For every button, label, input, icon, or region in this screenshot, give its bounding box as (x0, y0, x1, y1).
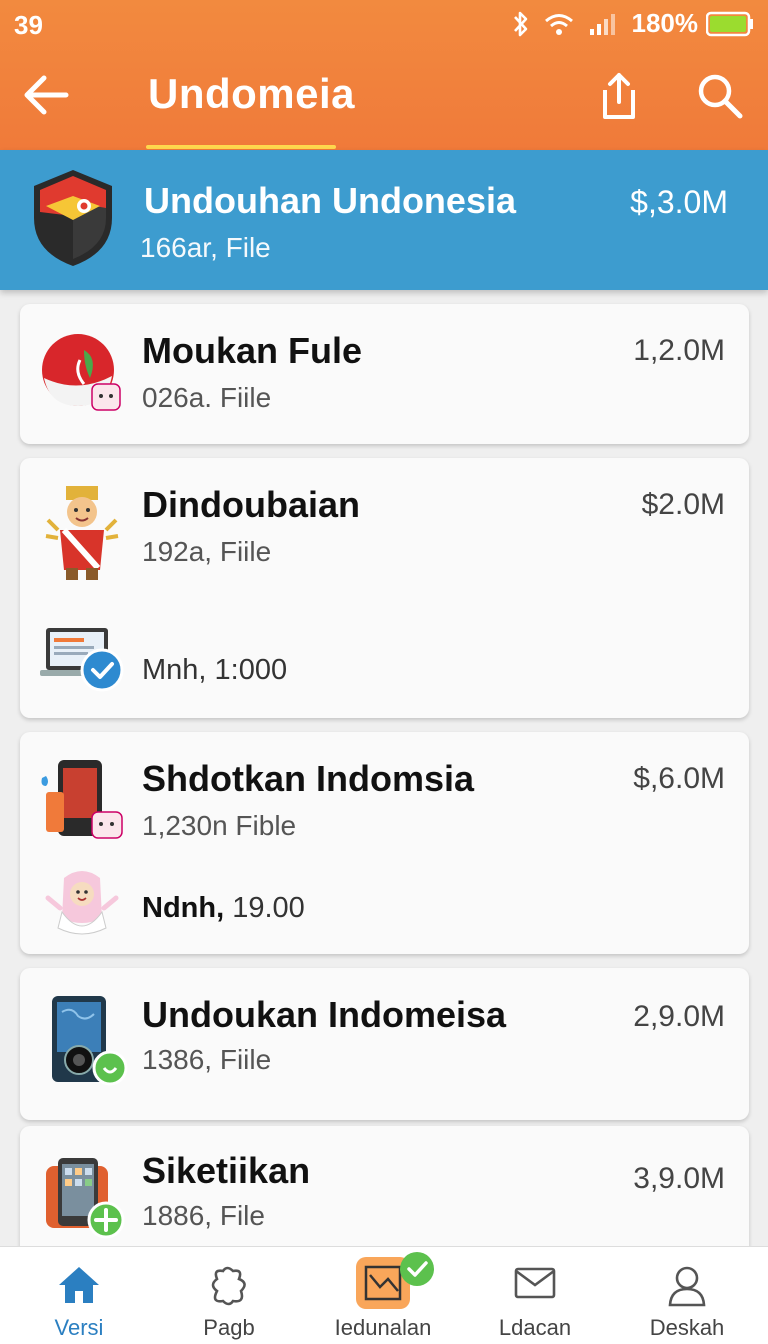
page-title: Undomeia (148, 70, 356, 117)
check-badge-icon (400, 1252, 434, 1286)
item-name: Shdotkan Indomsia (142, 758, 475, 799)
home-icon (59, 1267, 99, 1303)
item-name: Dindoubaian (142, 484, 360, 525)
battery-text: 180% (631, 8, 699, 38)
list-item[interactable]: Undoukan Indomeisa 1386, Fiile 2,9.0M (20, 968, 749, 1120)
nav-item-iedunalan[interactable]: Iedunalan (306, 1247, 460, 1344)
item-name: Moukan Fule (142, 330, 363, 371)
girl-character-icon (38, 868, 128, 938)
status-icons: 180% (512, 8, 755, 39)
back-arrow-icon[interactable] (20, 68, 74, 122)
list-item[interactable]: Dindoubaian 192a, Fiile $2.0M Mnh, 1:000 (20, 458, 749, 718)
top-bar: 39 180% Undomeia (0, 0, 768, 150)
nav-label: Deskah (649, 1315, 725, 1340)
item-size: $,6.0M (633, 762, 725, 795)
flag-badge-icon (38, 328, 128, 418)
app-bar: Undomeia (0, 50, 768, 150)
nav-item-ldacan[interactable]: Ldacan (458, 1247, 612, 1344)
item-sub: 192a, Fiile (142, 536, 272, 567)
nav-label: Ldacan (498, 1315, 572, 1340)
nav-label: Versi (54, 1315, 104, 1340)
list-item[interactable]: Siketiikan 1886, File 3,9.0M (20, 1126, 749, 1266)
nav-item-pagb[interactable]: Pagb (152, 1247, 306, 1344)
bottom-nav: Versi Pagb Iedunalan Ldacan Deskah (0, 1246, 768, 1344)
phone-icon (38, 756, 128, 846)
wifi-icon (544, 12, 574, 36)
nav-label: Iedunalan (334, 1315, 432, 1340)
item-size: 2,9.0M (633, 1000, 725, 1033)
bluetooth-icon (512, 10, 530, 38)
header-item[interactable]: Undouhan Undonesia 166ar, File $,3.0M (0, 150, 768, 290)
status-bar: 39 180% (0, 0, 768, 50)
person-icon (668, 1266, 706, 1307)
laptop-check-icon (38, 624, 128, 694)
shield-icon (28, 166, 118, 270)
battery-indicator: 180% (632, 8, 755, 39)
nav-label: Pagb (203, 1315, 255, 1340)
share-icon[interactable] (596, 70, 642, 122)
item-size: 3,9.0M (633, 1162, 725, 1195)
item-name: Undoukan Indomeisa (142, 994, 507, 1035)
mail-icon (514, 1267, 556, 1299)
puzzle-icon (211, 1266, 246, 1306)
item-sub: 1386, Fiile (142, 1044, 272, 1075)
header-item-size: $,3.0M (630, 184, 728, 220)
item-meta: Mnh, 1:000 (142, 654, 288, 686)
item-size: $2.0M (641, 488, 725, 521)
item-name: Siketiikan (142, 1150, 311, 1191)
nav-item-deskah[interactable]: Deskah (610, 1247, 764, 1344)
character-icon (38, 480, 128, 584)
title-underline (146, 145, 336, 149)
header-item-sub: 166ar, File (140, 232, 271, 263)
tablet-add-icon (38, 1152, 128, 1242)
item-sub: 1,230n Fible (142, 810, 297, 841)
battery-icon (706, 11, 754, 37)
signal-icon (588, 12, 618, 36)
speaker-phone-icon (38, 992, 128, 1092)
list-item[interactable]: Moukan Fule 026a. Fiile 1,2.0M (20, 304, 749, 444)
item-size: 1,2.0M (633, 334, 725, 367)
nav-item-versi[interactable]: Versi (2, 1247, 156, 1344)
search-icon[interactable] (696, 72, 744, 120)
item-meta-bold: Ndnh, (142, 892, 225, 924)
item-sub: 1886, File (142, 1200, 265, 1231)
status-time: 39 (14, 10, 43, 40)
list-item[interactable]: Shdotkan Indomsia 1,230n Fible $,6.0M Nd… (20, 732, 749, 954)
item-meta-row: Ndnh, 19.00 (142, 892, 305, 925)
item-sub: 026a. Fiile (142, 382, 272, 413)
header-item-name: Undouhan Undonesia (144, 180, 516, 221)
item-meta: 19.00 (232, 892, 305, 924)
